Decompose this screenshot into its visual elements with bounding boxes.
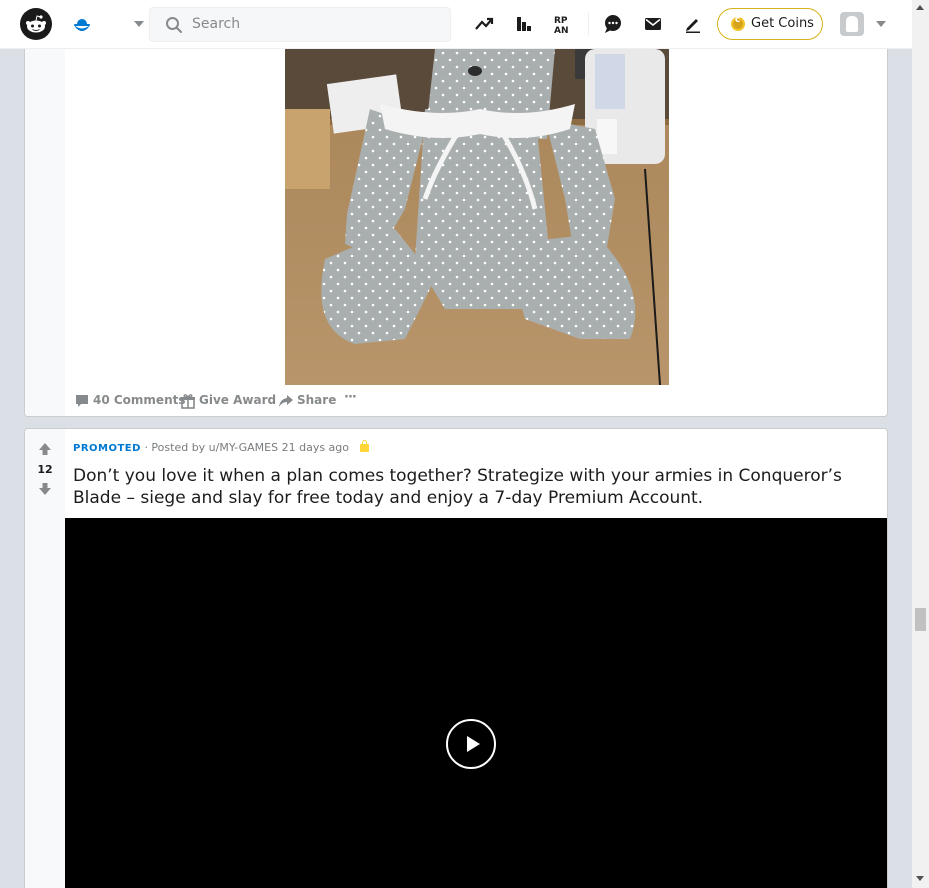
post-image[interactable] (285, 49, 669, 385)
post-card[interactable]: 40 Comments Give Award Share ··· (24, 49, 888, 417)
create-post-icon[interactable] (682, 13, 704, 35)
search-input[interactable] (192, 16, 432, 32)
downvote-arrow-icon[interactable] (38, 482, 52, 496)
chat-icon[interactable] (602, 13, 624, 35)
mail-icon[interactable] (642, 13, 664, 35)
reddit-logo-icon[interactable] (20, 8, 52, 40)
lock-icon (359, 440, 369, 452)
scrollbar-thumb[interactable] (915, 608, 926, 631)
search-bar[interactable] (149, 7, 451, 42)
promoted-badge: PROMOTED (73, 443, 141, 454)
share-label: Share (297, 393, 337, 407)
scroll-up-arrow-icon[interactable] (916, 5, 924, 10)
search-icon (166, 17, 182, 33)
comment-icon (76, 395, 88, 407)
post-title[interactable]: Don’t you love it when a plan comes toge… (73, 465, 883, 509)
give-award-label: Give Award (199, 393, 277, 407)
promoted-post-card[interactable]: 12 PROMOTED · Posted by u/MY-GAMES 21 da… (24, 428, 888, 888)
teddy-bear-image (285, 49, 669, 385)
vote-rail: 12 (25, 429, 65, 888)
community-icon[interactable] (70, 12, 94, 40)
posted-by[interactable]: · Posted by u/MY-GAMES 21 days ago (144, 441, 349, 454)
user-avatar[interactable] (840, 12, 864, 36)
more-options-icon: ··· (344, 390, 357, 405)
share-icon (279, 395, 293, 407)
more-options-button[interactable]: ··· (344, 390, 360, 410)
vote-rail (25, 49, 65, 416)
comments-label: 40 Comments (93, 393, 186, 407)
play-icon[interactable] (446, 719, 496, 769)
upvote-arrow-icon[interactable] (38, 442, 52, 456)
rpan-icon[interactable]: RP AN (553, 13, 575, 35)
svg-text:AN: AN (554, 26, 569, 35)
user-menu-chevron-icon[interactable] (876, 21, 886, 27)
community-dropdown-chevron-icon[interactable] (134, 21, 144, 27)
page-scrollbar[interactable] (912, 0, 929, 888)
coin-icon (731, 15, 745, 31)
header-divider (588, 12, 589, 36)
get-coins-label: Get Coins (751, 16, 814, 31)
vote-score: 12 (37, 463, 53, 476)
video-player[interactable] (65, 518, 887, 888)
gift-icon (181, 394, 195, 409)
get-coins-button[interactable]: Get Coins (717, 8, 823, 40)
leaderboard-icon[interactable] (513, 13, 535, 35)
svg-text:RP: RP (554, 16, 568, 26)
scroll-down-arrow-icon[interactable] (916, 876, 924, 881)
trending-icon[interactable] (473, 13, 495, 35)
top-header: RP AN Get Coins (0, 0, 912, 49)
post-meta: PROMOTED · Posted by u/MY-GAMES 21 days … (73, 440, 369, 454)
